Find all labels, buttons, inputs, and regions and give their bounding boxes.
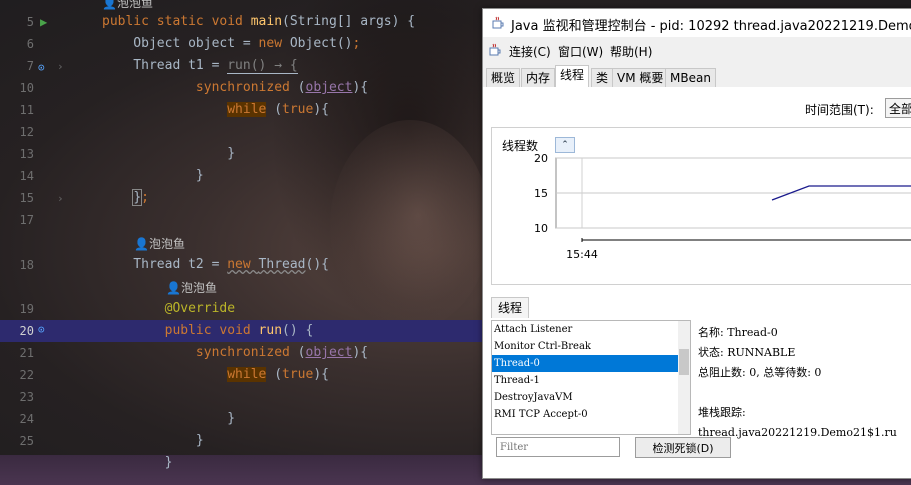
- tab-overview[interactable]: 概览: [486, 68, 521, 87]
- thread-list-item[interactable]: Thread-0: [492, 355, 690, 372]
- collapse-chart-button[interactable]: ⌃: [555, 137, 575, 153]
- code-text[interactable]: while (true){: [102, 364, 329, 386]
- fold-arrow-icon[interactable]: ›: [57, 60, 64, 73]
- chart-title: 线程数: [502, 139, 539, 153]
- line-number: 21: [19, 346, 34, 360]
- line-number: 23: [19, 390, 34, 404]
- threads-subtab[interactable]: 线程: [491, 297, 530, 318]
- line-number: 5: [26, 15, 34, 29]
- code-text[interactable]: synchronized (object){: [102, 77, 368, 99]
- code-text[interactable]: }: [102, 430, 204, 452]
- csdn-watermark: CSDN @彭彭彭摆鱼: [725, 457, 863, 475]
- tab-memory[interactable]: 内存: [521, 68, 556, 87]
- line-number: 11: [19, 103, 34, 117]
- tab-mbean[interactable]: MBean: [665, 68, 716, 87]
- thread-detail: 名称: Thread-0 状态: RUNNABLE 总阻止数: 0, 总等待数:…: [698, 323, 911, 443]
- line-number: 13: [19, 147, 34, 161]
- detect-deadlock-button[interactable]: 检测死锁(D): [635, 437, 731, 458]
- thread-list-item[interactable]: RMI TCP Accept-0: [492, 406, 690, 423]
- main-tabs: 概览 内存 线程 类 VM 概要 MBean: [483, 65, 911, 88]
- line-number: 6: [26, 37, 34, 51]
- stack-trace-label: 堆栈跟踪:: [698, 406, 746, 419]
- code-text[interactable]: public void run() {: [102, 320, 314, 342]
- menu-connection[interactable]: 连接(C): [509, 43, 551, 60]
- thread-filter-input[interactable]: [496, 437, 620, 457]
- jconsole-window[interactable]: Java 监视和管理控制台 - pid: 10292 thread.java20…: [482, 8, 911, 479]
- code-text[interactable]: @Override: [102, 298, 235, 320]
- line-number: 25: [19, 434, 34, 448]
- author-hint: 👤泡泡鱼: [134, 237, 185, 251]
- time-range-label: 时间范围(T):: [805, 103, 874, 117]
- line-number: 20: [19, 324, 34, 338]
- y-tick-label: 15: [534, 187, 548, 200]
- line-number: 14: [19, 169, 34, 183]
- menu-window[interactable]: 窗口(W): [558, 43, 603, 60]
- code-text[interactable]: }: [102, 408, 235, 430]
- code-text[interactable]: Thread t1 = run() → {: [102, 55, 298, 77]
- line-number: 17: [19, 213, 34, 227]
- code-text[interactable]: synchronized (object){: [102, 342, 368, 364]
- code-text[interactable]: }: [102, 452, 173, 474]
- override-gutter-icon[interactable]: ⊙: [38, 323, 45, 336]
- java-cup-icon: [492, 16, 504, 29]
- code-text[interactable]: while (true){: [102, 99, 329, 121]
- menu-bar: 连接(C) 窗口(W) 帮助(H): [483, 38, 911, 62]
- line-number: 19: [19, 302, 34, 316]
- window-title: Java 监视和管理控制台 - pid: 10292 thread.java20…: [511, 19, 911, 34]
- line-number: 24: [19, 412, 34, 426]
- tab-threads[interactable]: 线程: [555, 65, 590, 88]
- tab-classes[interactable]: 类: [591, 68, 614, 87]
- tab-vm-summary[interactable]: VM 概要: [612, 68, 669, 87]
- code-text[interactable]: Thread t2 = new Thread(){: [102, 254, 329, 276]
- code-text[interactable]: }: [102, 143, 235, 165]
- thread-blocked-count: 总阻止数: 0, 总等待数: 0: [698, 366, 822, 379]
- thread-list-item[interactable]: Monitor Ctrl-Break: [492, 338, 690, 355]
- thread-list-item[interactable]: Thread-1: [492, 372, 690, 389]
- title-bar[interactable]: Java 监视和管理控制台 - pid: 10292 thread.java20…: [483, 9, 911, 37]
- line-number: 7: [26, 59, 34, 73]
- run-gutter-icon[interactable]: ▶: [40, 15, 47, 29]
- override-gutter-icon[interactable]: ⊙: [38, 61, 45, 74]
- threads-section: 线程 Attach Listener Monitor Ctrl-Break Thre…: [491, 297, 911, 469]
- thread-state: 状态: RUNNABLE: [698, 346, 796, 359]
- menu-help[interactable]: 帮助(H): [610, 43, 652, 60]
- thread-list-scrollbar[interactable]: [678, 321, 690, 434]
- java-cup-icon: [489, 43, 501, 56]
- thread-count-chart-panel: 10 15 20 15:44 线程数 ⌃: [491, 127, 911, 285]
- line-number: 12: [19, 125, 34, 139]
- scrollbar-thumb[interactable]: [679, 349, 689, 375]
- line-number: 10: [19, 81, 34, 95]
- line-number: 22: [19, 368, 34, 382]
- author-hint: 👤泡泡鱼: [166, 281, 217, 295]
- threads-panel: 时间范围(T): 全部 10 15 20 15:44 线程数 ⌃ 线程 Attach …: [483, 87, 911, 478]
- y-tick-label: 10: [534, 222, 548, 235]
- code-text[interactable]: }: [102, 165, 204, 187]
- x-tick-label: 15:44: [566, 248, 598, 261]
- line-number: 18: [19, 258, 34, 272]
- code-text[interactable]: };: [102, 187, 149, 209]
- thread-list-item[interactable]: DestroyJavaVM: [492, 389, 690, 406]
- thread-list[interactable]: Attach Listener Monitor Ctrl-Break Thread-…: [491, 320, 691, 435]
- split-pane-divider[interactable]: [691, 320, 697, 455]
- line-number: 15: [19, 191, 34, 205]
- thread-name: 名称: Thread-0: [698, 326, 778, 339]
- time-range-select[interactable]: 全部: [885, 98, 911, 118]
- code-text[interactable]: public static void main(String[] args) {: [102, 11, 415, 33]
- fold-arrow-icon[interactable]: ›: [57, 192, 64, 205]
- thread-list-item[interactable]: Attach Listener: [492, 321, 690, 338]
- code-text[interactable]: Object object = new Object();: [102, 33, 360, 55]
